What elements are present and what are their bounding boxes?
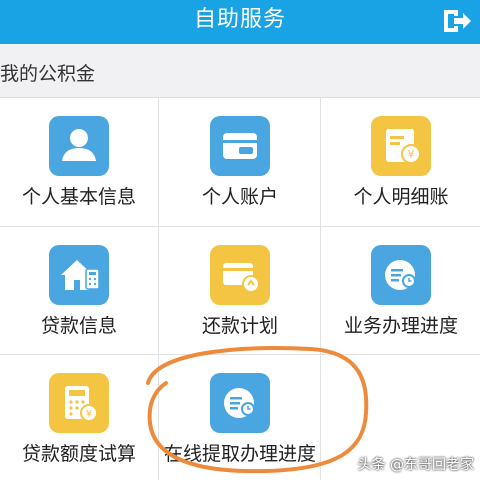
menu-item-label: 还款计划 <box>201 315 278 337</box>
menu-item-online-withdrawal-progress[interactable]: 在线提取办理进度 <box>161 355 319 483</box>
repayment-card-icon <box>210 245 270 305</box>
app-header: 自助服务 <box>0 0 480 44</box>
menu-item-loan-calculator[interactable]: ¥ 贷款额度试算 <box>0 355 158 483</box>
progress-icon <box>210 373 270 433</box>
menu-item-repayment-plan[interactable]: 还款计划 <box>161 227 319 355</box>
wallet-icon <box>210 116 270 176</box>
page-title: 自助服务 <box>193 7 286 32</box>
menu-item-personal-account[interactable]: 个人账户 <box>161 98 319 226</box>
progress-icon <box>371 245 431 305</box>
section-header: 我的公积金 <box>0 44 480 98</box>
menu-item-label: 业务办理进度 <box>343 315 458 337</box>
menu-item-personal-ledger[interactable]: ¥ 个人明细账 <box>322 98 480 226</box>
calculator-icon: ¥ <box>49 373 109 433</box>
svg-text:¥: ¥ <box>408 148 415 161</box>
watermark: 头条 @东哥回老家 <box>357 457 474 473</box>
house-icon <box>49 245 109 305</box>
ledger-icon: ¥ <box>371 116 431 176</box>
menu-item-label: 贷款额度试算 <box>21 443 136 465</box>
menu-item-personal-info[interactable]: 个人基本信息 <box>0 98 158 226</box>
menu-item-business-progress[interactable]: 业务办理进度 <box>322 227 480 355</box>
menu-item-label: 个人基本信息 <box>21 186 136 208</box>
exit-icon[interactable] <box>440 4 474 38</box>
svg-text:¥: ¥ <box>86 409 92 420</box>
menu-item-label: 个人账户 <box>201 186 278 208</box>
service-grid: 个人基本信息 个人账户 ¥ 个人明细账 贷款信息 还款计划 业务办理进度 ¥ 贷… <box>0 98 480 480</box>
menu-item-label: 贷款信息 <box>40 315 117 337</box>
section-label: 我的公积金 <box>0 63 96 85</box>
menu-item-loan-info[interactable]: 贷款信息 <box>0 227 158 355</box>
menu-item-label: 在线提取办理进度 <box>163 443 316 465</box>
person-icon <box>49 116 109 176</box>
menu-item-label: 个人明细账 <box>353 186 449 208</box>
